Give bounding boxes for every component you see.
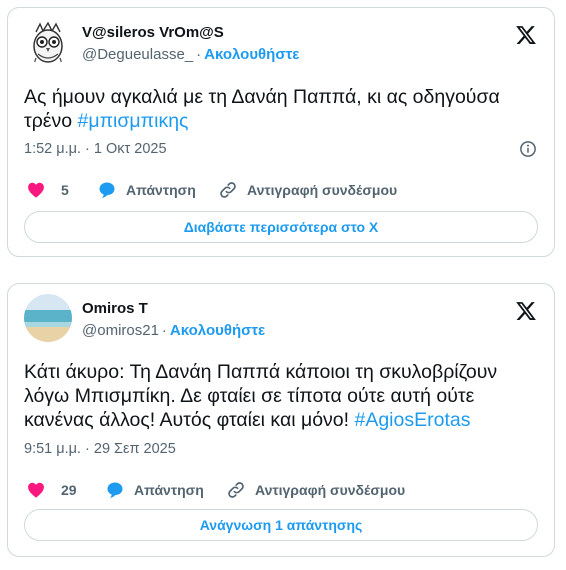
owl-avatar-icon[interactable] [24, 18, 72, 66]
handle-line: @omiros21 · Ακολουθήστε [82, 322, 265, 339]
heart-icon [28, 182, 44, 198]
reply-button[interactable]: Απάντηση [97, 180, 196, 200]
read-replies-button[interactable]: Ανάγνωση 1 απάντησης [24, 509, 538, 541]
reply-bubble-icon [107, 482, 123, 498]
beach-avatar-icon[interactable] [24, 294, 72, 342]
tweet-timestamp[interactable]: 1:52 μ.μ. · 1 Οκτ 2025 [24, 141, 167, 157]
copy-link-button[interactable]: Αντιγραφή συνδέσμου [218, 180, 397, 200]
copy-link-label: Αντιγραφή συνδέσμου [247, 182, 398, 198]
heart-icon [28, 482, 44, 498]
like-count: 5 [61, 182, 69, 198]
like-button[interactable]: 29 [26, 480, 77, 500]
author-name[interactable]: Omiros T [82, 300, 148, 317]
separator-dot: · [196, 46, 202, 63]
reply-bubble-icon [99, 182, 115, 198]
tweet-text: Ας ήμουν αγκαλιά με τη Δανάη Παππά, κι α… [24, 85, 539, 133]
copy-link-button[interactable]: Αντιγραφή συνδέσμου [226, 480, 405, 500]
like-count: 29 [61, 482, 77, 498]
author-name[interactable]: V@sileros VrOm@S [82, 24, 224, 41]
reply-label: Απάντηση [134, 482, 204, 498]
author-handle[interactable]: @omiros21 [82, 322, 159, 339]
handle-line: @Degueulasse_ · Ακολουθήστε [82, 46, 299, 63]
like-button[interactable]: 5 [26, 180, 69, 200]
follow-button[interactable]: Ακολουθήστε [204, 46, 299, 63]
copy-link-label: Αντιγραφή συνδέσμου [255, 482, 406, 498]
hashtag-link[interactable]: #AgiosErotas [354, 409, 470, 431]
follow-button[interactable]: Ακολουθήστε [170, 322, 265, 339]
tweet-text: Κάτι άκυρο: Τη Δανάη Παππά κάποιοι τη σκ… [24, 360, 539, 432]
read-more-button[interactable]: Διαβάστε περισσότερα στο X [24, 211, 538, 243]
info-icon[interactable] [519, 140, 537, 158]
hashtag-link[interactable]: #μπισμπικης [78, 110, 189, 132]
reply-label: Απάντηση [126, 182, 196, 198]
link-icon [220, 182, 236, 198]
tweet-timestamp[interactable]: 9:51 μ.μ. · 29 Σεπ 2025 [24, 441, 176, 457]
tweet-card-1[interactable]: V@sileros VrOm@S @Degueulasse_ · Ακολουθήσ… [7, 7, 555, 257]
reply-button[interactable]: Απάντηση [105, 480, 204, 500]
author-handle[interactable]: @Degueulasse_ [82, 46, 193, 63]
x-logo-icon[interactable] [515, 24, 537, 46]
x-logo-icon[interactable] [515, 300, 537, 322]
separator-dot: · [161, 322, 167, 339]
link-icon [228, 482, 244, 498]
tweet-card-2[interactable]: Omiros T @omiros21 · Ακολουθήστε Κάτι άκυρ… [7, 283, 555, 557]
